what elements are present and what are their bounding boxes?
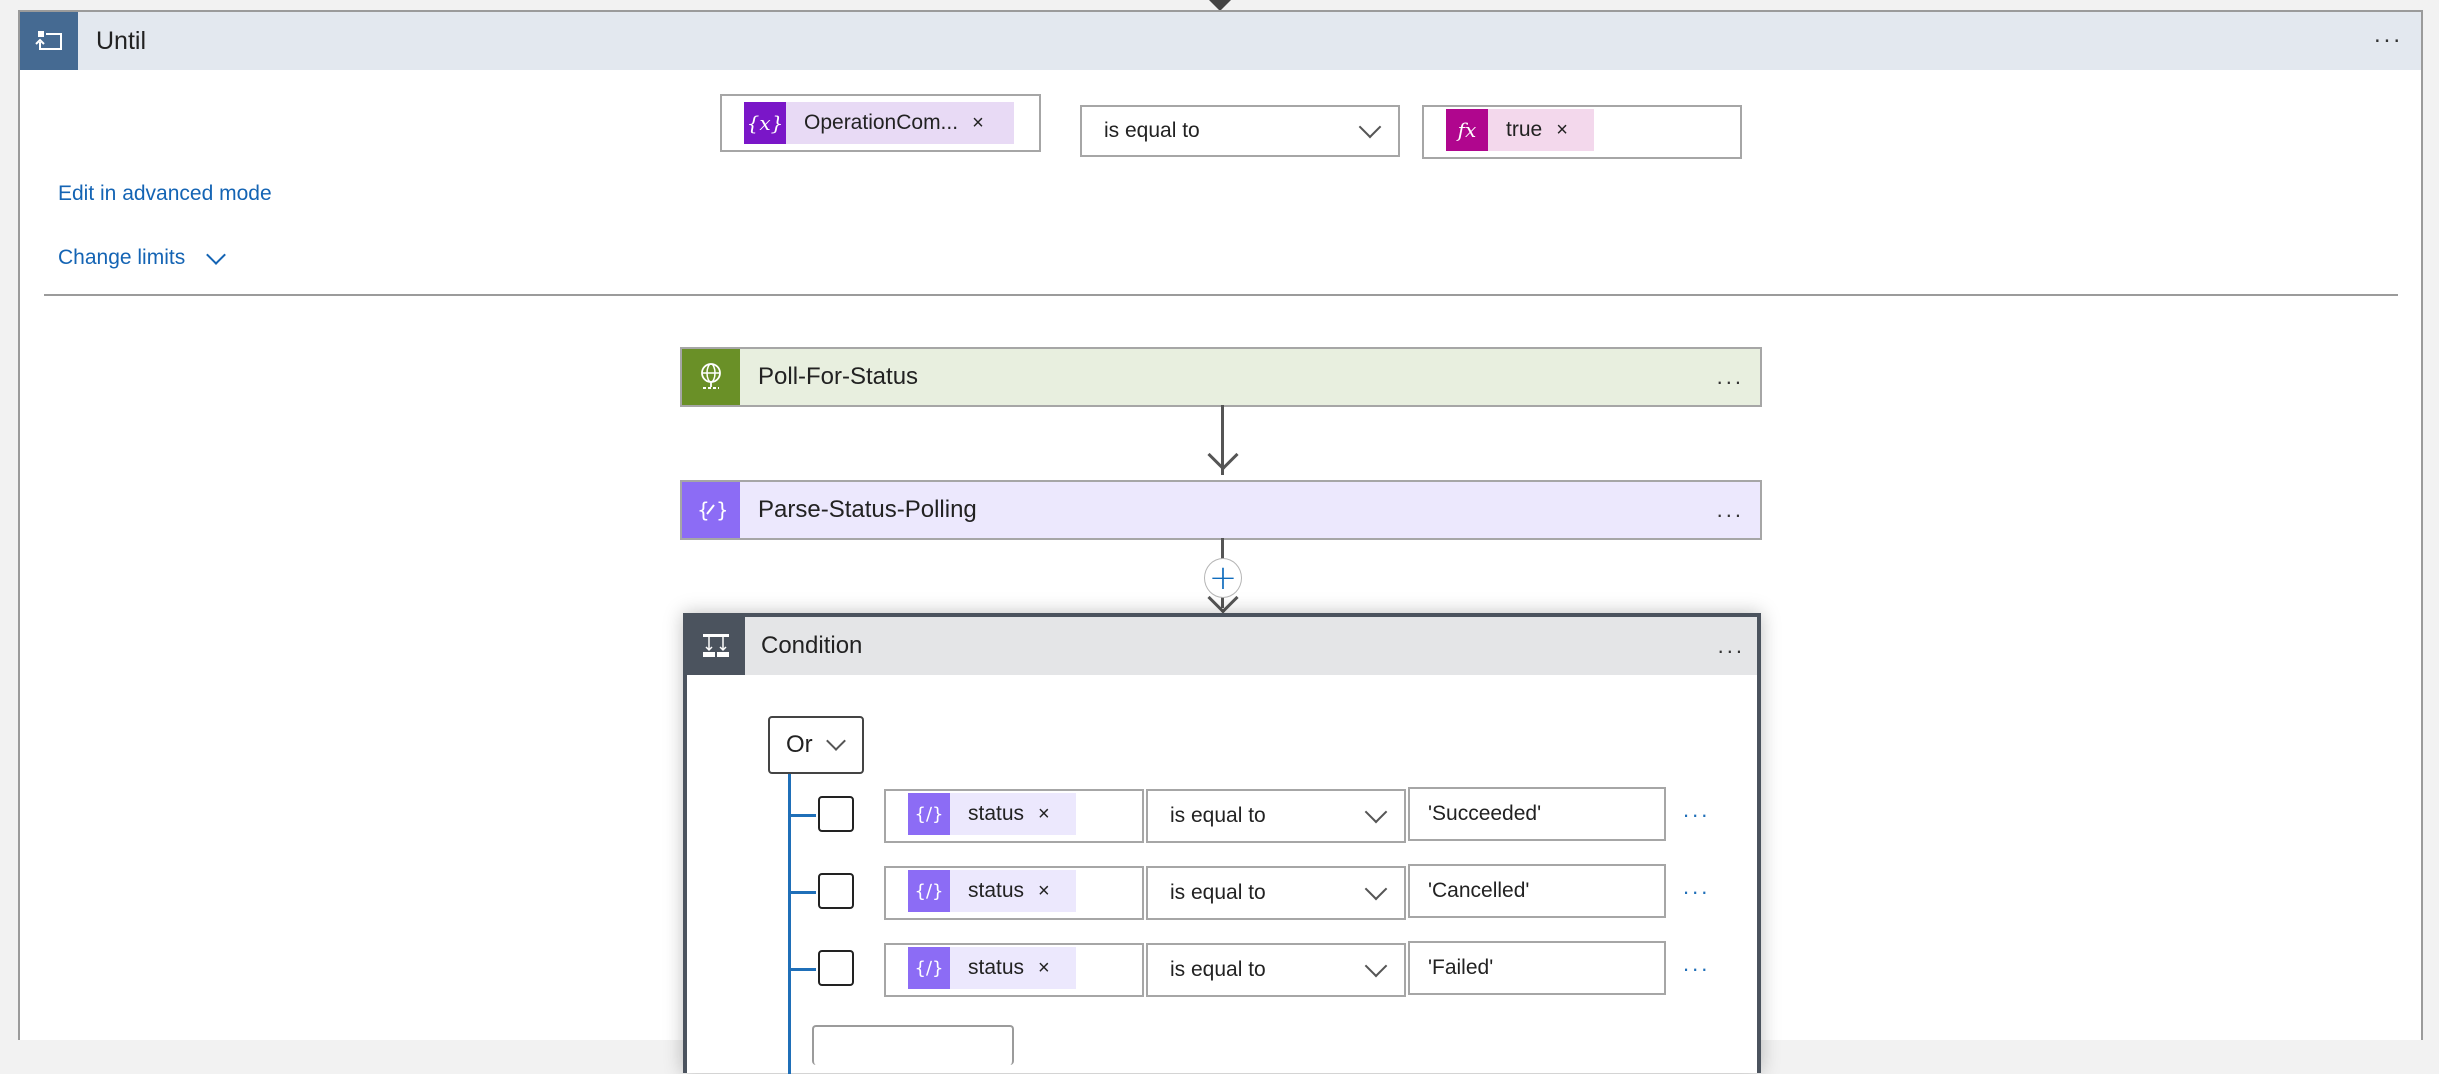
row-connector-line xyxy=(788,891,816,894)
row-operator-dropdown[interactable]: is equal to xyxy=(1146,943,1406,997)
chevron-down-icon xyxy=(825,731,846,751)
row-connector-line xyxy=(788,814,816,817)
chevron-down-icon xyxy=(1364,954,1388,978)
row-left-field[interactable]: {∕} status × xyxy=(884,789,1144,843)
operator-label: is equal to xyxy=(1104,119,1200,142)
row-checkbox[interactable] xyxy=(818,796,854,832)
chevron-down-icon xyxy=(1364,877,1388,901)
plus-icon: + xyxy=(1208,558,1238,598)
change-limits-label: Change limits xyxy=(58,246,186,269)
action-title: Poll-For-Status xyxy=(758,363,919,390)
action-card-parse-status-polling[interactable]: { } Parse-Status-Polling ... xyxy=(680,480,1762,540)
row-operator-dropdown[interactable]: is equal to xyxy=(1146,789,1406,843)
row-checkbox[interactable] xyxy=(818,873,854,909)
chevron-down-icon xyxy=(1364,800,1388,824)
until-more-button[interactable]: ... xyxy=(2374,6,2403,64)
insert-step-button[interactable]: + xyxy=(1204,558,1242,598)
remove-token-icon[interactable]: × xyxy=(1038,880,1066,903)
status-token[interactable]: {∕} status × xyxy=(908,793,1076,835)
row-connector-line xyxy=(788,968,816,971)
row-more-button[interactable]: ... xyxy=(1683,874,1710,900)
action-more-button[interactable]: ... xyxy=(1717,482,1744,538)
remove-token-icon[interactable]: × xyxy=(1038,803,1066,826)
remove-token-icon[interactable]: × xyxy=(972,112,1000,135)
row-value-input[interactable]: 'Succeeded' xyxy=(1408,787,1666,841)
arrow-down-icon xyxy=(1207,439,1239,471)
action-card-poll-for-status[interactable]: Poll-For-Status ... xyxy=(680,347,1762,407)
until-condition-right-field[interactable]: fx true × xyxy=(1422,105,1742,159)
parse-json-icon: { } xyxy=(682,482,740,538)
parse-json-icon: {∕} xyxy=(908,947,950,989)
status-token[interactable]: {∕} status × xyxy=(908,870,1076,912)
token-label: status xyxy=(968,879,1025,902)
operator-label: is equal to xyxy=(1170,804,1266,827)
remove-token-icon[interactable]: × xyxy=(1556,119,1584,142)
parse-json-icon: {∕} xyxy=(908,793,950,835)
condition-title: Condition xyxy=(761,632,863,659)
change-limits-link[interactable]: Change limits xyxy=(58,245,227,270)
svg-text:{: { xyxy=(697,498,710,522)
operator-label: is equal to xyxy=(1170,881,1266,904)
status-token[interactable]: {∕} status × xyxy=(908,947,1076,989)
variable-icon: {x} xyxy=(744,102,786,144)
row-left-field[interactable]: {∕} status × xyxy=(884,943,1144,997)
http-globe-icon xyxy=(682,349,740,405)
expression-icon: fx xyxy=(1446,109,1488,151)
token-label: status xyxy=(968,802,1025,825)
condition-header[interactable]: Condition ... xyxy=(687,617,1757,675)
chevron-down-icon xyxy=(206,245,227,265)
until-loop-card: Until ... {x} OperationCom... × is equal… xyxy=(18,10,2423,1074)
parse-json-icon: {∕} xyxy=(908,870,950,912)
remove-token-icon[interactable]: × xyxy=(1038,957,1066,980)
until-title: Until xyxy=(96,27,147,55)
until-loop-icon xyxy=(20,12,78,70)
action-title: Parse-Status-Polling xyxy=(758,496,977,523)
svg-text:}: } xyxy=(716,498,726,522)
row-operator-dropdown[interactable]: is equal to xyxy=(1146,866,1406,920)
action-more-button[interactable]: ... xyxy=(1717,349,1744,405)
until-condition-left-field[interactable]: {x} OperationCom... × xyxy=(720,94,1041,152)
token-label: OperationCom... xyxy=(804,111,959,134)
edit-advanced-mode-link[interactable]: Edit in advanced mode xyxy=(58,182,272,206)
group-operator-dropdown[interactable]: Or xyxy=(768,716,864,774)
operator-label: is equal to xyxy=(1170,958,1266,981)
group-operator-label: Or xyxy=(786,731,813,758)
row-checkbox[interactable] xyxy=(818,950,854,986)
row-left-field[interactable]: {∕} status × xyxy=(884,866,1144,920)
until-header[interactable]: Until ... xyxy=(20,12,2421,70)
condition-icon xyxy=(687,617,745,675)
row-more-button[interactable]: ... xyxy=(1683,797,1710,823)
row-value-input[interactable]: 'Failed' xyxy=(1408,941,1666,995)
add-row-button[interactable] xyxy=(812,1025,1014,1065)
divider xyxy=(44,294,2398,296)
expression-token[interactable]: fx true × xyxy=(1446,109,1594,151)
token-label: status xyxy=(968,956,1025,979)
condition-card: Condition ... Or {∕} status × is equal t… xyxy=(683,613,1761,1074)
variable-token[interactable]: {x} OperationCom... × xyxy=(744,102,1014,144)
row-more-button[interactable]: ... xyxy=(1683,951,1710,977)
token-label: true xyxy=(1506,118,1543,141)
condition-more-button[interactable]: ... xyxy=(1718,617,1745,675)
group-connector-line xyxy=(788,774,791,1074)
row-value-input[interactable]: 'Cancelled' xyxy=(1408,864,1666,918)
chevron-down-icon xyxy=(1358,115,1382,139)
until-operator-dropdown[interactable]: is equal to xyxy=(1080,105,1400,157)
